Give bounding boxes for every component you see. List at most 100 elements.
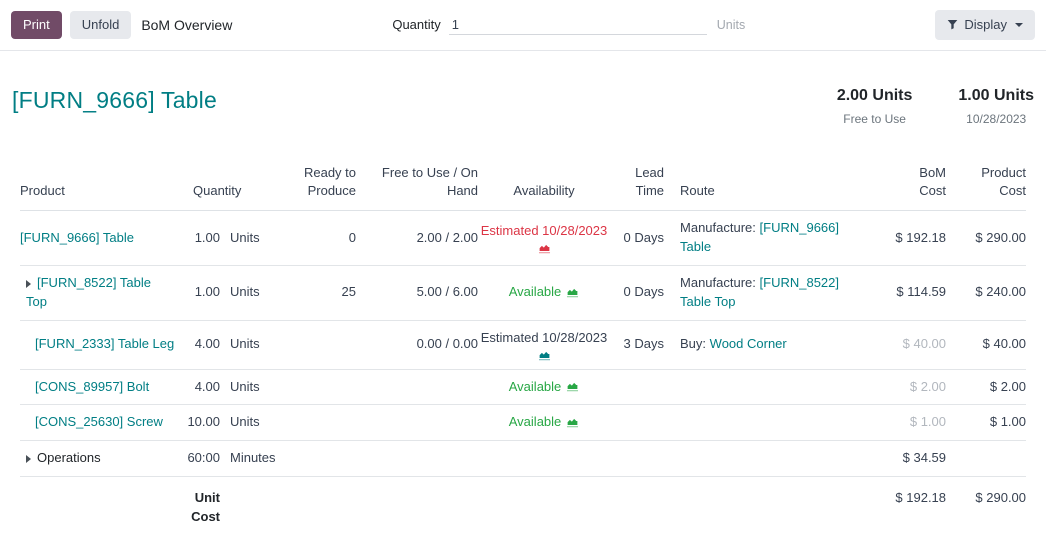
- route-cell: [664, 369, 864, 405]
- stat-free-to-use-value: 2.00 Units: [837, 87, 913, 105]
- product-link[interactable]: [FURN_8522] Table Top: [26, 275, 151, 309]
- quantity-cell: 60:00: [175, 441, 220, 477]
- bom-cost-cell: $ 2.00: [864, 369, 946, 405]
- col-bom-cost: BoM Cost: [864, 164, 946, 211]
- product-cost-cell: $ 40.00: [946, 320, 1026, 369]
- forecast-chart-icon[interactable]: [538, 243, 551, 254]
- stat-free-to-use: 2.00 Units Free to Use: [837, 87, 913, 126]
- quantity-cell: 1.00: [175, 265, 220, 320]
- availability-text: Estimated 10/28/2023: [481, 222, 607, 241]
- forecast-chart-icon[interactable]: [566, 417, 579, 428]
- route-cell: Manufacture: [FURN_9666] Table: [664, 211, 864, 266]
- bom-cost-cell: $ 40.00: [864, 320, 946, 369]
- on-hand-cell: [356, 405, 478, 441]
- ready-to-produce-cell: [286, 405, 356, 441]
- bom-table: Product Quantity Ready to Produce Free t…: [20, 164, 1026, 533]
- quantity-cell: 10.00: [175, 405, 220, 441]
- table-row: [FURN_9666] Table 1.00 Units 0 2.00 / 2.…: [20, 211, 1026, 266]
- availability-status: Available: [509, 283, 580, 302]
- availability-status: Available: [509, 413, 580, 432]
- on-hand-cell: 2.00 / 2.00: [356, 211, 478, 266]
- operations-label[interactable]: Operations: [37, 450, 101, 465]
- lead-time-cell: 0 Days: [610, 265, 664, 320]
- quantity-group: Quantity Units: [392, 15, 745, 35]
- forecast-chart-icon[interactable]: [538, 350, 551, 361]
- availability-cell: [478, 441, 610, 477]
- expand-caret-icon[interactable]: [26, 280, 31, 288]
- lead-time-cell: [610, 405, 664, 441]
- route-prefix: Buy:: [680, 336, 706, 351]
- caret-down-icon: [1015, 23, 1023, 27]
- uom-cell: Units: [220, 265, 286, 320]
- availability-text: Available: [509, 413, 562, 432]
- product-link[interactable]: [FURN_9666] Table: [20, 230, 134, 245]
- on-hand-cell: [356, 369, 478, 405]
- page-title: BoM Overview: [141, 17, 232, 33]
- product-link[interactable]: [CONS_25630] Screw: [35, 414, 163, 429]
- col-lead-time: Lead Time: [610, 164, 664, 211]
- display-dropdown-button[interactable]: Display: [935, 10, 1035, 40]
- product-cost-cell: $ 1.00: [946, 405, 1026, 441]
- bom-cost-cell: $ 114.59: [864, 265, 946, 320]
- unit-cost-label: Unit Cost: [175, 477, 220, 533]
- ready-to-produce-cell: [286, 369, 356, 405]
- display-label: Display: [964, 17, 1007, 33]
- on-hand-cell: 0.00 / 0.00: [356, 320, 478, 369]
- lead-time-cell: [610, 369, 664, 405]
- route-prefix: Manufacture:: [680, 220, 756, 235]
- toolbar: Print Unfold BoM Overview Quantity Units…: [0, 0, 1046, 51]
- ready-to-produce-cell: [286, 320, 356, 369]
- col-product: Product: [20, 164, 175, 211]
- product-link[interactable]: [CONS_89957] Bolt: [35, 379, 149, 394]
- availability-status: Available: [509, 378, 580, 397]
- bom-product-title: [FURN_9666] Table: [12, 87, 217, 114]
- quantity-cell: 4.00: [175, 369, 220, 405]
- col-quantity: Quantity: [175, 164, 286, 211]
- bom-cost-cell: $ 1.00: [864, 405, 946, 441]
- bom-cost-cell: $ 34.59: [864, 441, 946, 477]
- ready-to-produce-cell: 25: [286, 265, 356, 320]
- availability-text: Available: [509, 283, 562, 302]
- quantity-cell: 4.00: [175, 320, 220, 369]
- table-row: Operations 60:00 Minutes $ 34.59: [20, 441, 1026, 477]
- col-product-cost: Product Cost: [946, 164, 1026, 211]
- route-link[interactable]: Wood Corner: [710, 336, 787, 351]
- header-stats: 2.00 Units Free to Use 1.00 Units 10/28/…: [837, 87, 1034, 126]
- quantity-cell: 1.00: [175, 211, 220, 266]
- availability-status: Estimated 10/28/2023: [481, 222, 607, 254]
- table-header-row: Product Quantity Ready to Produce Free t…: [20, 164, 1026, 211]
- product-cost-cell: $ 290.00: [946, 211, 1026, 266]
- ready-to-produce-cell: 0: [286, 211, 356, 266]
- stat-forecast-date-value: 1.00 Units: [958, 87, 1034, 105]
- footer-product-cost: $ 290.00: [946, 477, 1026, 533]
- route-cell: [664, 405, 864, 441]
- footer-bom-cost: $ 192.18: [864, 477, 946, 533]
- forecast-chart-icon[interactable]: [566, 381, 579, 392]
- filter-icon: [947, 19, 958, 30]
- lead-time-cell: [610, 441, 664, 477]
- uom-cell: Minutes: [220, 441, 286, 477]
- quantity-input[interactable]: [449, 15, 707, 35]
- col-free-to-use-on-hand: Free to Use / On Hand: [356, 164, 478, 211]
- product-cost-cell: $ 240.00: [946, 265, 1026, 320]
- product-link[interactable]: [FURN_2333] Table Leg: [35, 336, 174, 351]
- table-row: [CONS_89957] Bolt 4.00 Units Available $…: [20, 369, 1026, 405]
- table-row: [CONS_25630] Screw 10.00 Units Available…: [20, 405, 1026, 441]
- stat-forecast-date-label: 10/28/2023: [958, 112, 1034, 126]
- col-route: Route: [664, 164, 864, 211]
- uom-cell: Units: [220, 405, 286, 441]
- expand-caret-icon[interactable]: [26, 455, 31, 463]
- uom-cell: Units: [220, 320, 286, 369]
- stat-forecast-date: 1.00 Units 10/28/2023: [958, 87, 1034, 126]
- unfold-button[interactable]: Unfold: [70, 11, 132, 39]
- product-cost-cell: [946, 441, 1026, 477]
- col-ready-to-produce: Ready to Produce: [286, 164, 356, 211]
- unit-cost-footer-row: Unit Cost $ 192.18 $ 290.00: [20, 477, 1026, 533]
- lead-time-cell: 0 Days: [610, 211, 664, 266]
- route-cell: Manufacture: [FURN_8522] Table Top: [664, 265, 864, 320]
- quantity-uom-label: Units: [717, 18, 745, 32]
- print-button[interactable]: Print: [11, 11, 62, 39]
- stat-free-to-use-label: Free to Use: [837, 112, 913, 126]
- product-cost-cell: $ 2.00: [946, 369, 1026, 405]
- forecast-chart-icon[interactable]: [566, 287, 579, 298]
